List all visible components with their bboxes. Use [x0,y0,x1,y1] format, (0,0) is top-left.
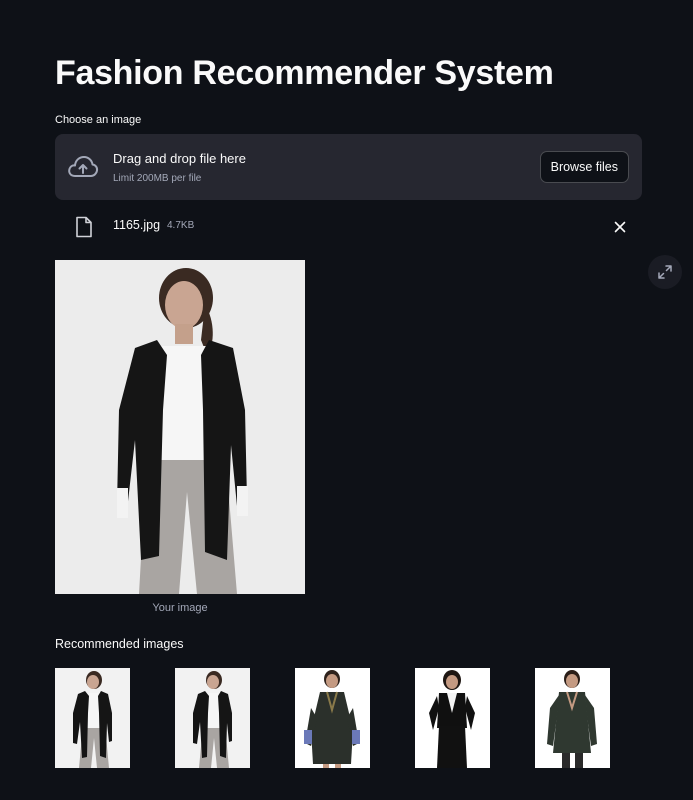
uploaded-file-name: 1165.jpg [113,218,161,232]
cloud-upload-icon [68,156,99,177]
recommended-image-5[interactable] [535,668,610,768]
image-caption: Your image [152,602,208,614]
file-dropzone[interactable]: Drag and drop file here Limit 200MB per … [55,134,642,200]
recommended-image-2[interactable] [175,668,250,768]
recommended-image-1[interactable] [55,668,130,768]
page-title: Fashion Recommender System [55,54,554,92]
expand-icon [658,265,672,279]
browse-files-button[interactable]: Browse files [539,151,629,183]
uploaded-image [55,260,305,594]
file-icon [76,216,92,238]
remove-file-close-icon[interactable] [612,219,628,235]
dropzone-limit: Limit 200MB per file [113,173,202,184]
uploaded-file-row: 1165.jpg 4.7KB [55,210,642,244]
fullscreen-expand-button[interactable] [648,255,682,289]
app-page: Fashion Recommender System Choose an ima… [0,0,693,800]
uploader-label: Choose an image [55,114,142,126]
recommended-heading: Recommended images [55,637,184,651]
recommended-image-4[interactable] [415,668,490,768]
dropzone-instruction: Drag and drop file here [113,151,246,166]
uploaded-file-size: 4.7KB [167,220,195,231]
recommended-image-3[interactable] [295,668,370,768]
